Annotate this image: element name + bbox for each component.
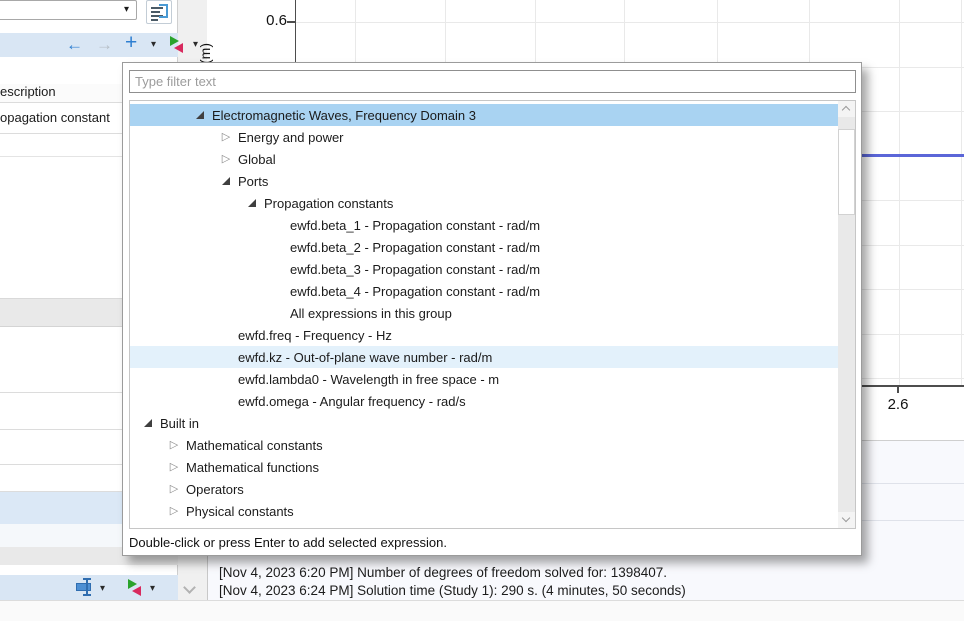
tree-item[interactable]: Ports: [130, 170, 838, 192]
evaluate-to-table-icon[interactable]: [76, 577, 96, 595]
tree-item[interactable]: ▷Global: [130, 148, 838, 170]
filter-input[interactable]: [129, 70, 856, 93]
evaluate-icon[interactable]: [170, 36, 185, 52]
log-line: [Nov 4, 2023 6:24 PM] Solution time (Stu…: [219, 582, 686, 600]
tree-item[interactable]: ewfd.beta_2 - Propagation constant - rad…: [130, 236, 838, 258]
collapsed-arrow-icon[interactable]: ▷: [214, 154, 238, 165]
tree-item-label: Operators: [186, 482, 244, 497]
tree-item[interactable]: Electromagnetic Waves, Frequency Domain …: [130, 104, 838, 126]
tree-item-label: Mathematical functions: [186, 460, 319, 475]
forward-arrow-icon[interactable]: →: [96, 34, 113, 56]
dropdown-caret-icon[interactable]: ▾: [151, 39, 156, 50]
tree-item-label: Ports: [238, 174, 268, 189]
y-axis-title: (m): [197, 38, 231, 64]
expanded-arrow-icon[interactable]: [136, 419, 160, 427]
expression-tree: Electromagnetic Waves, Frequency Domain …: [129, 100, 856, 529]
expanded-arrow-icon[interactable]: [214, 177, 238, 185]
add-expression-popup: Electromagnetic Waves, Frequency Domain …: [122, 62, 862, 556]
expanded-arrow-icon[interactable]: [240, 199, 264, 207]
tree-item[interactable]: ewfd.kz - Out-of-plane wave number - rad…: [130, 346, 838, 368]
tree-scrollbar[interactable]: [838, 101, 855, 528]
tree-item[interactable]: ewfd.lambda0 - Wavelength in free space …: [130, 368, 838, 390]
back-arrow-icon[interactable]: ←: [66, 34, 83, 56]
dropdown-caret-icon[interactable]: ▾: [150, 583, 155, 594]
plot-group-select[interactable]: ▾: [0, 0, 137, 20]
tree-item[interactable]: ▷Energy and power: [130, 126, 838, 148]
chevron-up-icon: [842, 106, 850, 114]
tree-item[interactable]: ewfd.beta_1 - Propagation constant - rad…: [130, 214, 838, 236]
tree-item[interactable]: ewfd.beta_3 - Propagation constant - rad…: [130, 258, 838, 280]
tree-item[interactable]: ewfd.beta_4 - Propagation constant - rad…: [130, 280, 838, 302]
plot-toolbar: ← → + ▾ ▾: [0, 33, 178, 57]
tree-item-label: Built in: [160, 416, 199, 431]
tree-item[interactable]: Built in: [130, 412, 838, 434]
chevron-down-icon: ▾: [124, 4, 129, 15]
tree-item[interactable]: Propagation constants: [130, 192, 838, 214]
popup-hint-text: Double-click or press Enter to add selec…: [129, 535, 447, 550]
scrollbar-thumb[interactable]: [838, 129, 855, 215]
status-bar: [0, 600, 964, 621]
x-tick-label: 2.6: [874, 396, 922, 413]
tree-item-label: ewfd.lambda0 - Wavelength in free space …: [238, 372, 499, 387]
tree-item-label: Propagation constants: [264, 196, 393, 211]
collapse-chevron-icon[interactable]: [183, 581, 196, 594]
tree-item[interactable]: ▷Operators: [130, 478, 838, 500]
y-tick: [287, 21, 295, 23]
collapsed-arrow-icon[interactable]: ▷: [162, 484, 186, 495]
scroll-down-button[interactable]: [838, 512, 855, 528]
tree-item[interactable]: ▷Mathematical constants: [130, 434, 838, 456]
tree-item-label: Global: [238, 152, 276, 167]
tree-item-label: ewfd.beta_3 - Propagation constant - rad…: [290, 262, 540, 277]
tree-item-label: Mathematical constants: [186, 438, 323, 453]
tree-item-label: Electromagnetic Waves, Frequency Domain …: [212, 108, 476, 123]
collapsed-arrow-icon[interactable]: ▷: [162, 506, 186, 517]
insert-bracket-icon: [159, 4, 168, 18]
collapsed-arrow-icon[interactable]: ▷: [162, 462, 186, 473]
log-output[interactable]: [Nov 4, 2023 6:20 PM] Number of degrees …: [219, 564, 686, 600]
tree-item-label: All expressions in this group: [290, 306, 452, 321]
chevron-down-icon: [842, 514, 850, 522]
expanded-arrow-icon[interactable]: [188, 111, 212, 119]
tree-item[interactable]: ▷Mathematical functions: [130, 456, 838, 478]
y-tick-label: 0.6: [243, 12, 287, 29]
tree-item-label: ewfd.beta_2 - Propagation constant - rad…: [290, 240, 540, 255]
collapsed-arrow-icon[interactable]: ▷: [214, 132, 238, 143]
tree-item-label: Physical constants: [186, 504, 294, 519]
table-toolbar: ▾ ▾: [0, 575, 178, 600]
tree-item-label: ewfd.freq - Frequency - Hz: [238, 328, 392, 343]
collapsed-arrow-icon[interactable]: ▷: [162, 440, 186, 451]
scroll-up-button[interactable]: [838, 101, 855, 117]
add-plot-icon[interactable]: +: [125, 32, 137, 54]
dropdown-caret-icon[interactable]: ▾: [100, 583, 105, 594]
evaluate-icon[interactable]: [128, 579, 143, 595]
tree-item-label: ewfd.omega - Angular frequency - rad/s: [238, 394, 466, 409]
x-tick: [897, 387, 899, 393]
tree-item-label: Energy and power: [238, 130, 344, 145]
tree-item[interactable]: ewfd.freq - Frequency - Hz: [130, 324, 838, 346]
tree-item[interactable]: ▷Physical constants: [130, 500, 838, 522]
tree-item-label: ewfd.beta_4 - Propagation constant - rad…: [290, 284, 540, 299]
tree-item-label: ewfd.kz - Out-of-plane wave number - rad…: [238, 350, 492, 365]
application-window: ▾ ← → + ▾ ▾ escription opagation constan…: [0, 0, 964, 621]
tree-item-label: ewfd.beta_1 - Propagation constant - rad…: [290, 218, 540, 233]
insert-expression-button[interactable]: [146, 0, 172, 24]
tree-item[interactable]: ewfd.omega - Angular frequency - rad/s: [130, 390, 838, 412]
tree-item[interactable]: All expressions in this group: [130, 302, 838, 324]
log-line: [Nov 4, 2023 6:20 PM] Number of degrees …: [219, 564, 686, 582]
